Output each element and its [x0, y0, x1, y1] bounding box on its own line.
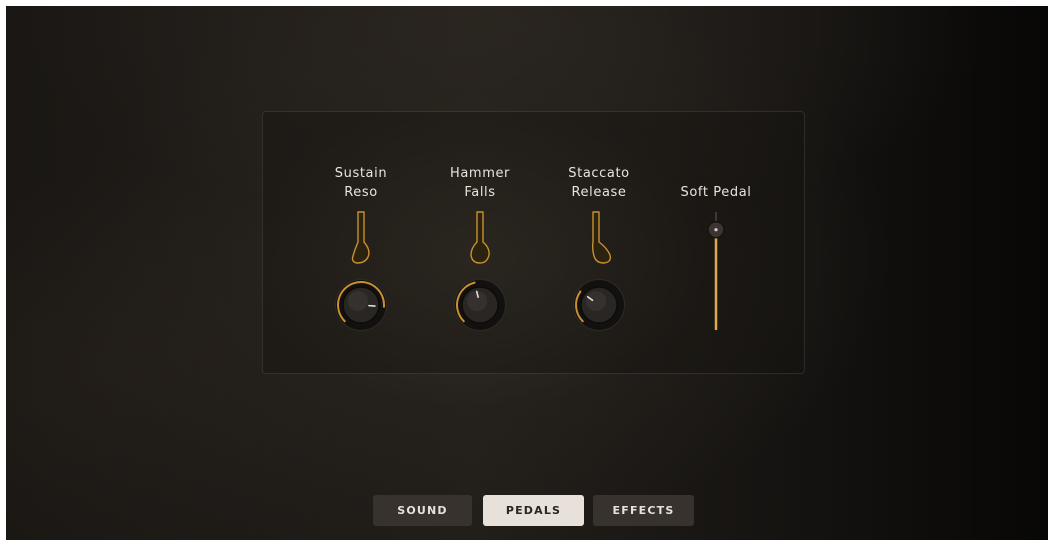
sustain-reso-knob[interactable]: [334, 278, 388, 332]
tab-bar: SOUND PEDALS EFFECTS: [373, 495, 703, 526]
pedal-icon: [591, 211, 612, 264]
knob-highlight: [586, 291, 606, 311]
slider-thumb-dot: [714, 228, 718, 232]
pedals-panel: Sustain Reso Hammer Falls Staccato Relea…: [262, 111, 805, 374]
soft-pedal-slider[interactable]: [698, 208, 734, 338]
pedal-icon: [470, 211, 490, 264]
plugin-window: Sustain Reso Hammer Falls Staccato Relea…: [6, 6, 1048, 540]
hammer-falls-knob[interactable]: [453, 278, 507, 332]
hammer-falls-label: Hammer Falls: [449, 166, 510, 200]
tab-pedals[interactable]: PEDALS: [483, 495, 584, 526]
tab-effects[interactable]: EFFECTS: [593, 495, 694, 526]
pedal-icon: [351, 211, 370, 264]
tab-sound[interactable]: SOUND: [373, 495, 472, 526]
staccato-release-knob[interactable]: [572, 278, 626, 332]
knob-highlight: [348, 291, 368, 311]
sustain-reso-label: Sustain Reso: [334, 166, 388, 200]
staccato-release-label: Staccato Release: [568, 166, 630, 200]
soft-pedal-label: Soft Pedal: [680, 185, 752, 200]
